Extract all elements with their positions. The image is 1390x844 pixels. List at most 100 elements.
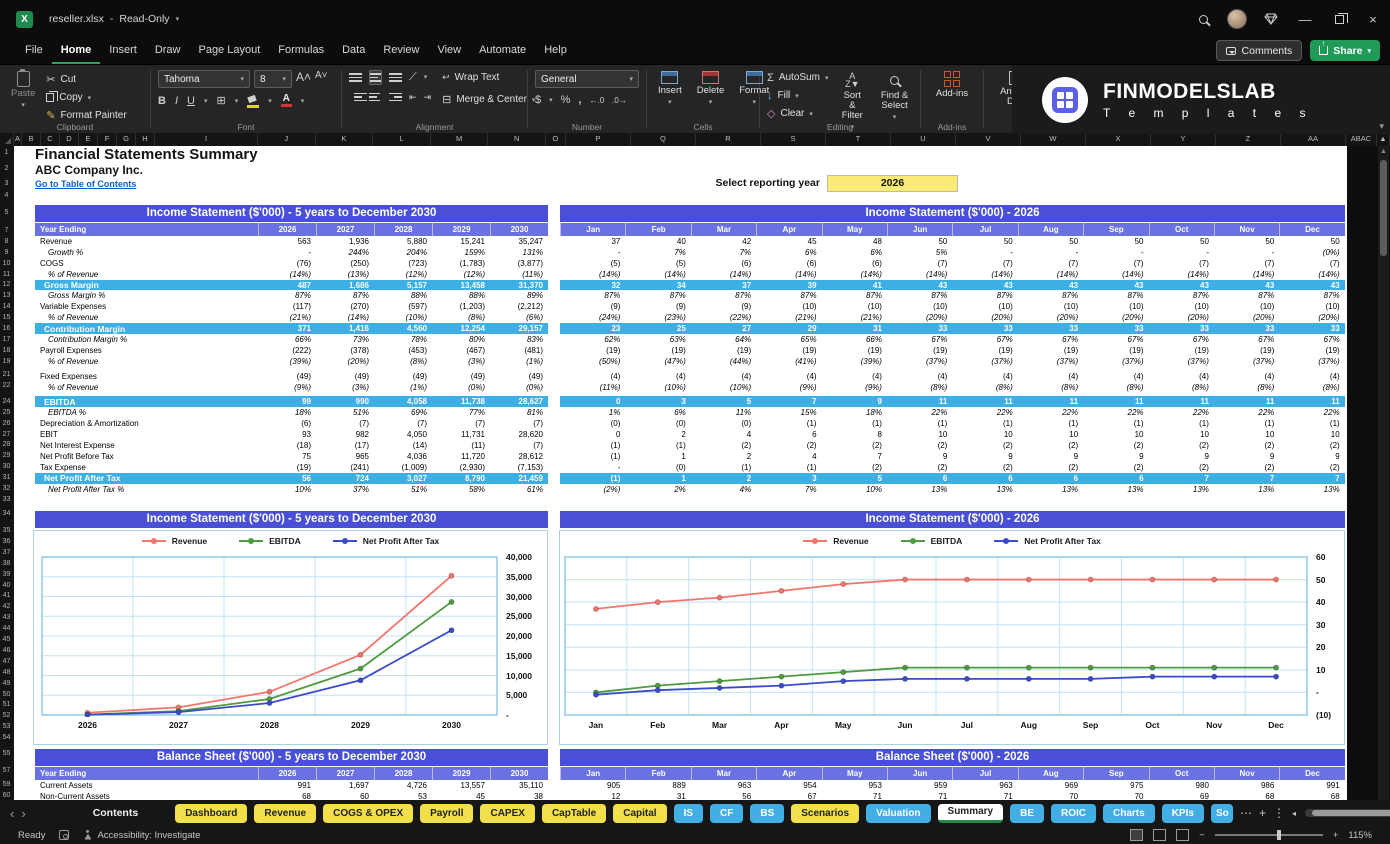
row-header-16[interactable]: 16 [0,324,13,334]
more-tabs-icon[interactable]: ⋯ [1240,806,1252,820]
premium-gem-button[interactable] [1254,0,1288,38]
zoom-in-icon[interactable]: + [1333,830,1339,841]
column-header-ABAC[interactable]: ABAC [1346,133,1377,146]
sheet-tab-cogs-opex[interactable]: COGS & OPEX [323,803,414,823]
table-of-contents-link[interactable]: Go to Table of Contents [35,179,136,189]
paste-button[interactable]: Paste ▾ [7,69,39,112]
row-header-38[interactable]: 38 [0,559,13,569]
row-header-49[interactable]: 49 [0,679,13,689]
menu-item-help[interactable]: Help [535,38,576,64]
row-header-28[interactable]: 28 [0,440,13,450]
row-header-7[interactable]: 7 [0,226,13,236]
orientation-icon[interactable]: ⟋ [409,71,417,84]
minimize-button[interactable]: — [1288,0,1322,38]
page-break-view-icon[interactable] [1176,829,1190,841]
menu-item-formulas[interactable]: Formulas [269,38,333,64]
sheet-tab-roic[interactable]: ROIC [1051,803,1097,823]
row-header-15[interactable]: 15 [0,313,13,323]
comments-button[interactable]: Comments [1215,40,1303,61]
column-header-D[interactable]: D [60,133,79,146]
fill-color-icon[interactable] [247,96,260,108]
comma-style-icon[interactable]: , [578,94,581,106]
row-header-59[interactable]: 59 [0,780,13,790]
sheet-tab-revenue[interactable]: Revenue [254,803,317,823]
account-avatar[interactable] [1220,0,1254,38]
row-header-33[interactable]: 33 [0,495,13,505]
row-header-52[interactable]: 52 [0,711,13,721]
column-header-E[interactable]: E [79,133,98,146]
tabs-prev-icon[interactable]: ‹ [10,806,14,821]
italic-button[interactable]: I [175,95,178,107]
row-header-36[interactable]: 36 [0,537,13,547]
menu-item-page-layout[interactable]: Page Layout [189,38,269,64]
sheet-tab-so[interactable]: So [1210,803,1233,823]
row-header-30[interactable]: 30 [0,462,13,472]
sheet-tab-capital[interactable]: Capital [613,803,667,823]
row-header-47[interactable]: 47 [0,657,13,667]
row-header-48[interactable]: 48 [0,668,13,678]
percent-icon[interactable]: % [561,94,571,106]
column-header-J[interactable]: J [258,133,316,146]
column-header-C[interactable]: C [41,133,60,146]
font-color-icon[interactable]: A [281,94,292,107]
row-header-34[interactable]: 34 [0,509,13,519]
row-header-53[interactable]: 53 [0,722,13,732]
search-button[interactable] [1186,0,1220,38]
row-header-9[interactable]: 9 [0,248,13,258]
currency-icon[interactable]: $ [535,94,541,106]
column-header-U[interactable]: U [891,133,956,146]
horizontal-scrollbar[interactable] [1304,809,1390,817]
row-header-43[interactable]: 43 [0,613,13,623]
vertical-scrollbar[interactable]: ▲ [1378,146,1389,800]
sheet-tab-be[interactable]: BE [1010,803,1045,823]
sheet-tab-cf[interactable]: CF [710,803,744,823]
row-header-8[interactable]: 8 [0,237,13,247]
decrease-font-icon[interactable]: A˅ [315,70,328,88]
column-header-Y[interactable]: Y [1151,133,1216,146]
column-header-V[interactable]: V [956,133,1021,146]
menu-item-insert[interactable]: Insert [100,38,146,64]
align-middle-icon[interactable] [369,70,382,85]
addins-button[interactable]: Add-ins [932,70,972,100]
row-header-37[interactable]: 37 [0,548,13,558]
underline-button[interactable]: U [187,95,195,107]
close-button[interactable]: × [1356,0,1390,38]
row-header-31[interactable]: 31 [0,473,13,483]
row-header-22[interactable]: 22 [0,381,13,391]
align-right-icon[interactable] [389,92,402,102]
column-header-O[interactable]: O [546,133,566,146]
row-header-1[interactable]: 1 [0,148,13,158]
zoom-slider[interactable] [1214,830,1323,840]
row-header-54[interactable]: 54 [0,733,13,743]
align-center-icon[interactable] [369,92,382,102]
align-bottom-icon[interactable] [389,73,402,82]
increase-font-icon[interactable]: A˄ [296,70,311,88]
clear-button[interactable]: ◇ Clear ▾ [767,106,828,121]
row-header-4[interactable]: 4 [0,191,13,201]
accessibility-status[interactable]: Accessibility: Investigate [97,830,200,841]
column-header-Q[interactable]: Q [631,133,696,146]
increase-decimal-icon[interactable]: ←.0 [589,96,604,105]
column-header-X[interactable]: X [1086,133,1151,146]
menu-item-file[interactable]: File [16,38,52,64]
column-header-B[interactable]: B [22,133,41,146]
row-header-40[interactable]: 40 [0,581,13,591]
row-header-18[interactable]: 18 [0,346,13,356]
row-header-50[interactable]: 50 [0,690,13,700]
row-header-39[interactable]: 39 [0,570,13,580]
row-header-46[interactable]: 46 [0,646,13,656]
hscroll-left-icon[interactable]: ◂ [1292,809,1296,818]
font-size-select[interactable]: 8 ▾ [254,70,292,88]
row-header-24[interactable]: 24 [0,397,13,407]
increase-indent-icon[interactable]: ⇥ [424,92,432,103]
zoom-out-icon[interactable]: − [1199,830,1205,841]
tabs-next-icon[interactable]: › [21,806,25,821]
row-header-10[interactable]: 10 [0,259,13,269]
row-header-60[interactable]: 60 [0,791,13,800]
sheet-tab-kpis[interactable]: KPIs [1161,803,1204,823]
sheet-tab-payroll[interactable]: Payroll [420,803,474,823]
column-header-I[interactable]: I [155,133,258,146]
row-header-3[interactable]: 3 [0,179,13,189]
normal-view-icon[interactable] [1130,829,1144,841]
row-header-29[interactable]: 29 [0,451,13,461]
